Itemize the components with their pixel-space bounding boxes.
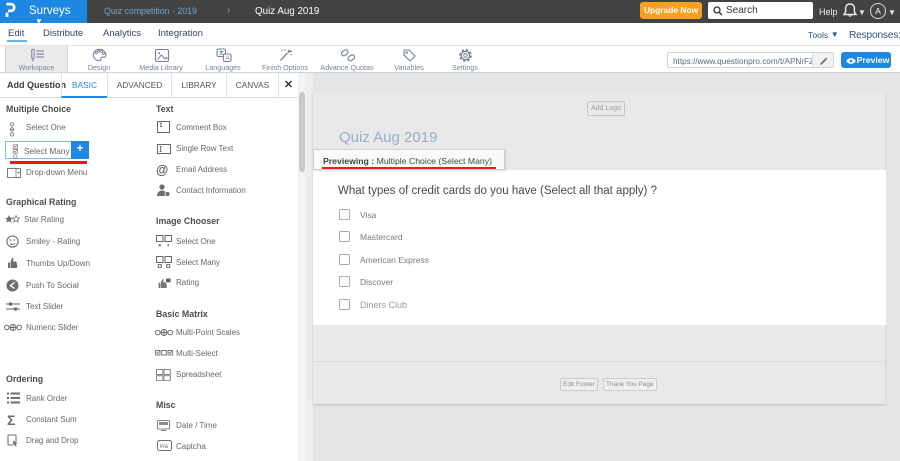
svg-text:#/a: #/a	[160, 444, 169, 450]
svg-text:A: A	[225, 55, 230, 62]
